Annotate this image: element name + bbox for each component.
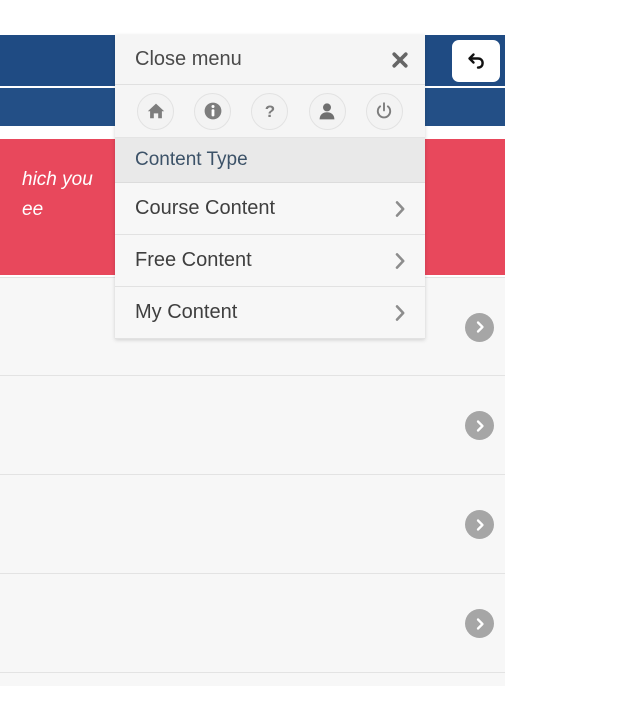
chevron-right-icon bbox=[393, 303, 407, 323]
chevron-right-circle-icon[interactable] bbox=[465, 411, 494, 440]
chevron-right-circle-icon[interactable] bbox=[465, 312, 494, 342]
home-icon-button[interactable] bbox=[137, 92, 175, 130]
quick-icon-bar: ? bbox=[115, 85, 425, 138]
chevron-right-icon bbox=[393, 199, 407, 219]
menu-header: Close menu bbox=[115, 35, 425, 85]
chevron-right-circle-icon[interactable] bbox=[465, 609, 494, 638]
help-icon: ? bbox=[265, 102, 275, 121]
power-icon bbox=[377, 102, 392, 119]
user-icon bbox=[319, 103, 335, 120]
table-row[interactable] bbox=[0, 574, 505, 673]
menu-item-label: Free Content bbox=[135, 249, 252, 271]
menu-item-my-content[interactable]: My Content bbox=[115, 287, 425, 339]
back-button[interactable] bbox=[452, 40, 500, 82]
chevron-right-circle-icon[interactable] bbox=[465, 510, 494, 539]
menu-item-label: Course Content bbox=[135, 197, 276, 219]
slide-out-menu-panel: Close menu ? Content Type Course Content… bbox=[115, 35, 425, 339]
user-icon-button[interactable] bbox=[308, 92, 346, 130]
info-icon-button[interactable] bbox=[194, 92, 232, 130]
menu-item-label: My Content bbox=[135, 301, 238, 323]
table-row[interactable] bbox=[0, 673, 505, 686]
home-icon bbox=[147, 103, 164, 119]
close-menu-label: Close menu bbox=[135, 48, 242, 70]
info-icon bbox=[204, 102, 222, 120]
table-row[interactable] bbox=[0, 376, 505, 475]
menu-section-header-content-type: Content Type bbox=[115, 138, 425, 183]
menu-item-course-content[interactable]: Course Content bbox=[115, 183, 425, 235]
close-x-icon[interactable] bbox=[389, 49, 411, 71]
svg-text:?: ? bbox=[265, 102, 275, 121]
chevron-right-icon bbox=[393, 251, 407, 271]
table-row[interactable] bbox=[0, 475, 505, 574]
help-icon-button[interactable]: ? bbox=[251, 92, 289, 130]
menu-item-free-content[interactable]: Free Content bbox=[115, 235, 425, 287]
power-icon-button[interactable] bbox=[365, 92, 403, 130]
menu-section-header-label: Content Type bbox=[135, 149, 248, 170]
back-arrow-icon bbox=[468, 53, 484, 69]
